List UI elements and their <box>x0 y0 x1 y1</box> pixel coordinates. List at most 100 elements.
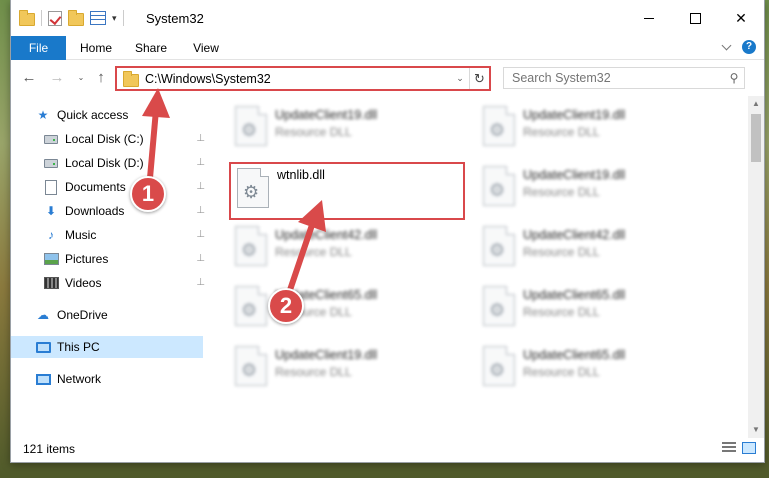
file-item-wtnlib[interactable]: ⚙ wtnlib.dll <box>229 162 465 220</box>
file-item[interactable]: ⚙ UpdateClient42.dll Resource DLL <box>221 222 451 272</box>
file-name: UpdateClient65.dll <box>523 288 626 302</box>
properties-check-icon[interactable] <box>48 10 62 26</box>
pin-icon[interactable]: ⊥ <box>196 152 205 174</box>
file-item[interactable]: ⚙ UpdateClient65.dll Resource DLL <box>221 282 451 332</box>
file-item[interactable]: ⚙ UpdateClient42.dll Resource DLL <box>469 222 699 272</box>
sidebar-item-label: Downloads <box>65 204 125 218</box>
details-view-icon[interactable] <box>722 442 736 454</box>
refresh-icon[interactable]: ↻ <box>469 68 489 89</box>
view-options-icon[interactable] <box>90 11 106 25</box>
dll-file-icon: ⚙ <box>483 226 515 266</box>
sidebar-item-music[interactable]: ♪ Music ⊥ <box>43 224 205 246</box>
file-type: Resource DLL <box>275 125 352 139</box>
pin-icon[interactable]: ⊥ <box>196 176 205 198</box>
pin-icon[interactable]: ⊥ <box>196 272 205 294</box>
pin-icon[interactable]: ⊥ <box>196 128 205 150</box>
file-type: Resource DLL <box>523 305 600 319</box>
videos-icon <box>43 275 59 291</box>
search-box[interactable]: ⚲ <box>503 67 745 89</box>
status-bar: 121 items <box>11 436 764 462</box>
help-icon[interactable]: ? <box>742 40 756 54</box>
separator <box>122 10 124 26</box>
maximize-button[interactable] <box>672 0 718 36</box>
sidebar-item-onedrive[interactable]: ☁ OneDrive <box>35 304 205 326</box>
up-arrow-icon[interactable]: ↑ <box>93 69 109 87</box>
forward-arrow-icon[interactable]: → <box>49 69 65 87</box>
file-type: Resource DLL <box>275 365 352 379</box>
tab-file[interactable]: File <box>11 36 66 60</box>
sidebar-item-pictures[interactable]: Pictures ⊥ <box>43 248 205 270</box>
file-name: UpdateClient65.dll <box>523 348 626 362</box>
sidebar-item-label: Music <box>65 228 97 242</box>
file-type: Resource DLL <box>275 245 352 259</box>
step-1-badge: 1 <box>130 176 166 212</box>
close-button[interactable]: ✕ <box>718 0 764 36</box>
sidebar-item-this-pc[interactable]: This PC <box>11 336 203 358</box>
file-item[interactable]: ⚙ UpdateClient19.dll Resource DLL <box>221 102 451 152</box>
tab-home[interactable]: Home <box>71 36 121 60</box>
file-explorer-window: ▾ System32 ✕ File Home Share View ? ← → … <box>10 0 765 463</box>
dll-file-icon: ⚙ <box>235 346 267 386</box>
new-folder-icon[interactable] <box>68 9 84 26</box>
minimize-button[interactable] <box>626 0 672 36</box>
drive-icon <box>43 131 59 147</box>
large-icons-view-icon[interactable] <box>742 442 756 454</box>
customize-toolbar-caret-icon[interactable]: ▾ <box>112 13 117 24</box>
file-name: UpdateClient19.dll <box>275 108 378 122</box>
pin-icon[interactable]: ⊥ <box>196 224 205 246</box>
sidebar-item-videos[interactable]: Videos ⊥ <box>43 272 205 294</box>
dll-file-icon: ⚙ <box>483 346 515 386</box>
dll-file-icon: ⚙ <box>483 286 515 326</box>
address-path[interactable]: C:\Windows\System32 <box>145 72 451 86</box>
sidebar-item-label: Quick access <box>57 108 129 122</box>
file-type: Resource DLL <box>523 365 600 379</box>
address-bar[interactable]: C:\Windows\System32 ⌄ ↻ <box>115 66 491 91</box>
separator <box>41 10 42 26</box>
address-folder-icon <box>123 70 139 87</box>
sidebar-item-documents[interactable]: Documents ⊥ <box>43 176 205 198</box>
cloud-icon: ☁ <box>37 308 49 322</box>
file-name: UpdateClient19.dll <box>275 348 378 362</box>
sidebar-item-label: Local Disk (C:) <box>65 132 144 146</box>
vertical-scrollbar[interactable]: ▲ ▼ <box>748 96 764 438</box>
scrollbar-thumb[interactable] <box>751 114 761 162</box>
sidebar-item-quick-access[interactable]: ★ Quick access <box>35 104 205 126</box>
documents-icon <box>43 179 59 195</box>
file-item[interactable]: ⚙ UpdateClient19.dll Resource DLL <box>221 342 451 392</box>
recent-locations-chevron-icon[interactable]: ⌄ <box>73 69 89 87</box>
sidebar-item-label: Network <box>57 372 102 386</box>
sidebar-item-downloads[interactable]: ⬇ Downloads ⊥ <box>43 200 205 222</box>
tab-share[interactable]: Share <box>126 36 176 60</box>
download-icon: ⬇ <box>45 204 57 218</box>
scroll-up-arrow-icon[interactable]: ▲ <box>748 96 764 112</box>
music-icon: ♪ <box>48 228 54 242</box>
expand-ribbon-chevron-icon[interactable] <box>722 42 732 52</box>
quick-access-toolbar: ▾ <box>19 9 124 26</box>
drive-icon <box>43 155 59 171</box>
navigation-bar: ← → ⌄ ↑ C:\Windows\System32 ⌄ ↻ ⚲ <box>11 61 764 95</box>
sidebar-item-local-disk-c[interactable]: Local Disk (C:) ⊥ <box>43 128 205 150</box>
back-arrow-icon[interactable]: ← <box>21 69 37 87</box>
tab-view[interactable]: View <box>181 36 231 60</box>
file-item[interactable]: ⚙ UpdateClient19.dll Resource DLL <box>469 162 699 212</box>
file-name: UpdateClient19.dll <box>523 168 626 182</box>
dll-file-icon: ⚙ <box>483 106 515 146</box>
file-item[interactable]: ⚙ UpdateClient65.dll Resource DLL <box>469 342 699 392</box>
sidebar-item-label: OneDrive <box>57 308 108 322</box>
address-dropdown-chevron-icon[interactable]: ⌄ <box>451 73 469 84</box>
file-item[interactable]: ⚙ UpdateClient65.dll Resource DLL <box>469 282 699 332</box>
search-icon[interactable]: ⚲ <box>724 71 744 85</box>
file-item[interactable]: ⚙ UpdateClient19.dll Resource DLL <box>469 102 699 152</box>
pin-icon[interactable]: ⊥ <box>196 200 205 222</box>
step-2-badge: 2 <box>268 288 304 324</box>
folder-icon <box>19 9 35 26</box>
sidebar-item-local-disk-d[interactable]: Local Disk (D:) ⊥ <box>43 152 205 174</box>
file-name: UpdateClient19.dll <box>523 108 626 122</box>
ribbon-right-controls: ? <box>722 40 756 54</box>
search-input[interactable] <box>512 71 724 85</box>
sidebar-item-label: Videos <box>65 276 102 290</box>
sidebar-item-network[interactable]: Network <box>35 368 205 390</box>
title-bar: ▾ System32 ✕ <box>11 0 764 36</box>
sidebar-item-label: This PC <box>57 340 100 354</box>
pin-icon[interactable]: ⊥ <box>196 248 205 270</box>
